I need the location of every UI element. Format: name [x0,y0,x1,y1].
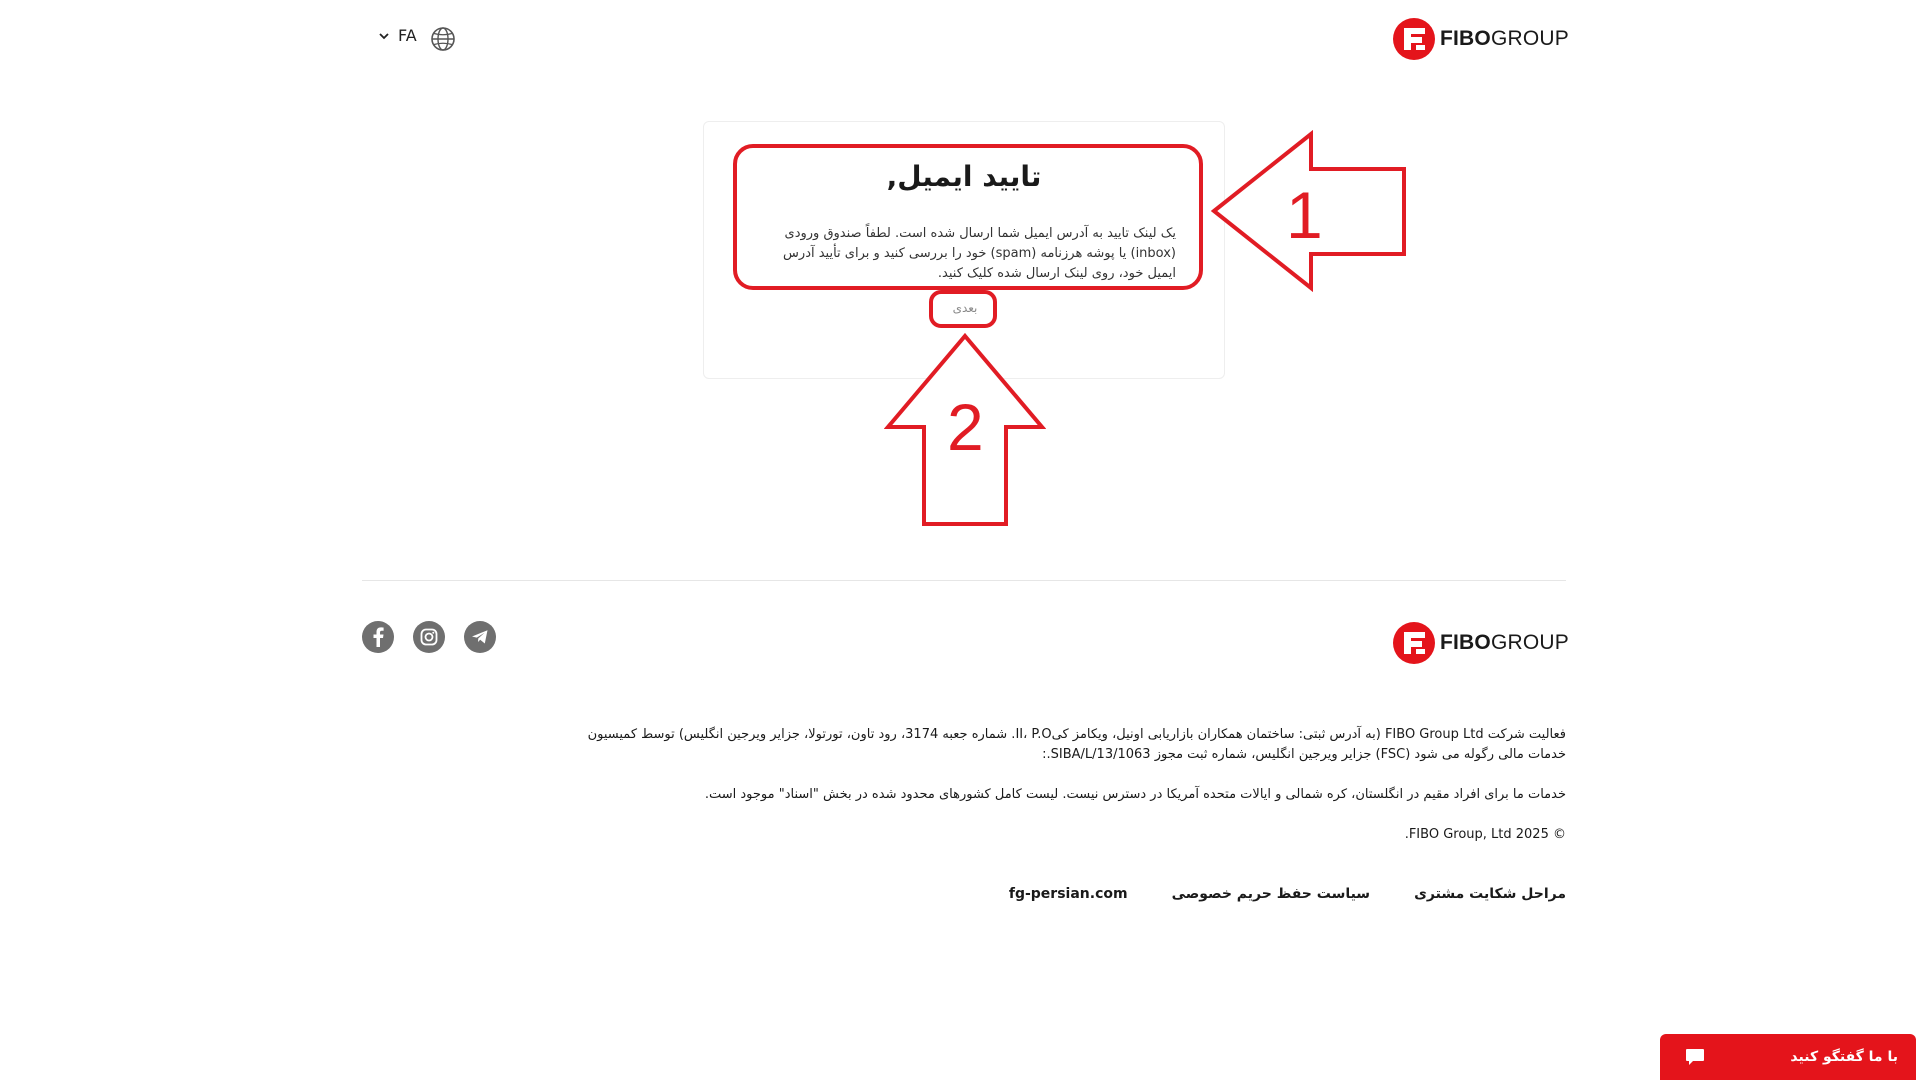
annotation-number-1: 1 [1286,178,1323,252]
footer-link-website[interactable]: fg-persian.com [1009,886,1128,902]
chat-widget-label: با ما گفتگو کنید [1790,1049,1898,1065]
chevron-down-icon [379,32,389,39]
instagram-icon[interactable] [413,621,445,653]
chat-widget-button[interactable]: با ما گفتگو کنید [1660,1034,1916,1080]
globe-icon[interactable] [430,26,456,52]
language-code: FA [398,26,417,45]
wordmark-bold: FIBO [1440,27,1491,50]
annotation-box-message [733,144,1203,290]
annotation-arrow-2: 2 [884,332,1046,526]
footer-link-complaints[interactable]: مراحل شکایت مشتری [1414,886,1566,902]
footer-wordmark-bold: FIBO [1440,631,1491,654]
footer-wordmark-light: GROUP [1490,631,1569,654]
annotation-arrow-1: 1 [1210,130,1406,292]
footer-link-privacy[interactable]: سیاست حفظ حریم خصوصی [1172,886,1371,902]
footer-links: مراحل شکایت مشتری سیاست حفظ حریم خصوصی f… [1009,886,1566,902]
fibogroup-logo[interactable]: FIBOGROUP [1392,17,1569,61]
chat-bubble-icon [1686,1049,1704,1065]
legal-restriction-text: خدمات ما برای افراد مقیم در انگلستان، کر… [704,787,1566,802]
footer-fibogroup-logo[interactable]: FIBOGROUP [1392,621,1569,665]
annotation-box-next [929,290,997,328]
facebook-icon[interactable] [362,621,394,653]
copyright-text: © FIBO Group, Ltd 2025. [1404,827,1566,842]
fibo-logo-mark-icon [1393,622,1435,664]
legal-registration-text: فعالیت شرکت FIBO Group Ltd (به آدرس ثبتی… [587,727,1566,762]
telegram-icon[interactable] [464,621,496,653]
annotation-number-2: 2 [947,390,984,464]
wordmark-light: GROUP [1490,27,1569,50]
language-selector[interactable]: FA [378,26,417,45]
footer-divider [362,580,1566,581]
fibo-logo-mark-icon [1393,18,1435,60]
